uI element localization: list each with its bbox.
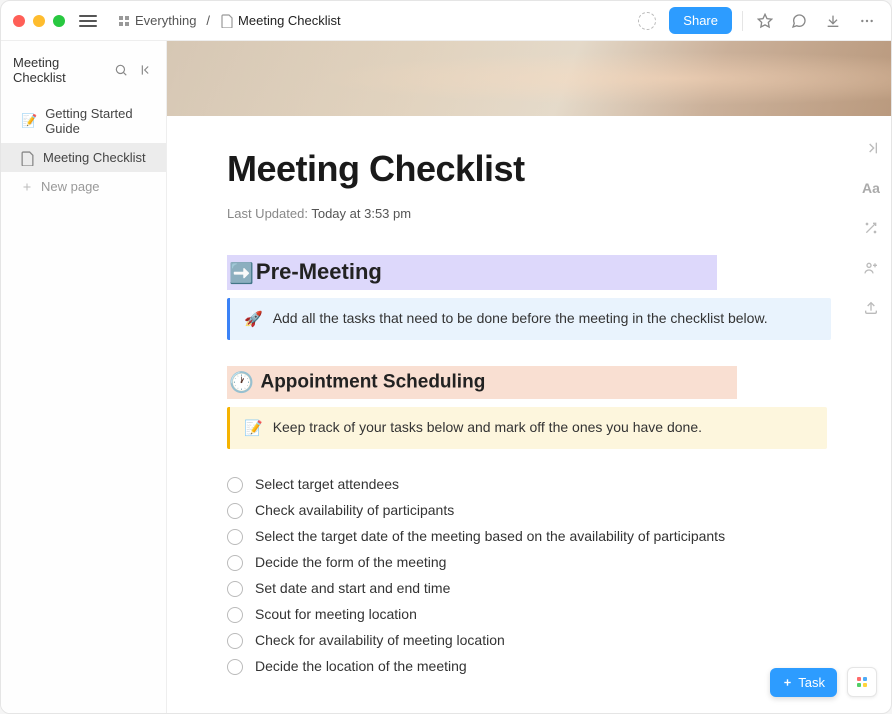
checklist-item-label: Check availability of participants [255, 502, 454, 518]
breadcrumb-separator: / [206, 13, 210, 28]
clock-emoji-icon: 🕐 [229, 372, 254, 394]
close-window-button[interactable] [13, 15, 25, 27]
checklist-item-label: Decide the location of the meeting [255, 658, 467, 674]
checkbox-icon[interactable] [227, 659, 243, 675]
body: Meeting Checklist 📝 Getting Started Guid… [1, 41, 891, 713]
more-icon[interactable] [855, 9, 879, 33]
apps-button[interactable] [847, 667, 877, 697]
sidebar-item-label: Getting Started Guide [45, 106, 154, 136]
document: Meeting Checklist Last Updated: Today at… [167, 116, 891, 713]
new-page-button[interactable]: New page [1, 172, 166, 201]
breadcrumb-root[interactable]: Everything [113, 10, 200, 31]
checklist-item[interactable]: Select the target date of the meeting ba… [227, 527, 831, 546]
page-title[interactable]: Meeting Checklist [227, 148, 831, 190]
maximize-window-button[interactable] [53, 15, 65, 27]
content-area[interactable]: Meeting Checklist Last Updated: Today at… [167, 41, 891, 713]
page-icon [21, 151, 35, 165]
breadcrumb-root-label: Everything [135, 13, 196, 28]
checkbox-icon[interactable] [227, 477, 243, 493]
heading-text: Appointment Scheduling [260, 371, 485, 392]
breadcrumb: Everything / Meeting Checklist [113, 10, 345, 31]
checklist-item-label: Select the target date of the meeting ba… [255, 528, 725, 544]
checklist-item[interactable]: Set date and start and end time [227, 579, 831, 598]
checklist-item[interactable]: Check availability of participants [227, 501, 831, 520]
checklist-item[interactable]: Decide the location of the meeting [227, 657, 831, 676]
apps-grid-icon [857, 677, 867, 687]
breadcrumb-current[interactable]: Meeting Checklist [216, 10, 345, 31]
memo-emoji-icon: 📝 [244, 419, 263, 437]
checklist-item-label: Scout for meeting location [255, 606, 417, 622]
checklist-item[interactable]: Decide the form of the meeting [227, 553, 831, 572]
ai-wand-icon[interactable] [859, 216, 883, 240]
rocket-emoji-icon: 🚀 [244, 310, 263, 328]
meta-label: Last Updated: [227, 206, 308, 221]
callout-text: Add all the tasks that need to be done b… [273, 310, 768, 326]
activity-icon[interactable] [635, 9, 659, 33]
collapse-rail-icon[interactable] [859, 136, 883, 160]
memo-emoji-icon: 📝 [21, 113, 37, 129]
sidebar: Meeting Checklist 📝 Getting Started Guid… [1, 41, 167, 713]
cover-image[interactable] [167, 41, 891, 116]
titlebar: Everything / Meeting Checklist Share [1, 1, 891, 41]
app-window: Everything / Meeting Checklist Share [0, 0, 892, 714]
checklist-item[interactable]: Select target attendees [227, 475, 831, 494]
comment-icon[interactable] [787, 9, 811, 33]
titlebar-actions: Share [635, 7, 879, 34]
create-task-button[interactable]: Task [770, 668, 837, 697]
checkbox-icon[interactable] [227, 581, 243, 597]
sidebar-item-meeting-checklist[interactable]: Meeting Checklist [1, 143, 166, 172]
typography-icon[interactable]: Aa [859, 176, 883, 200]
new-page-label: New page [41, 179, 100, 194]
collapse-sidebar-icon[interactable] [138, 61, 156, 79]
checklist-item-label: Select target attendees [255, 476, 399, 492]
checkbox-icon[interactable] [227, 503, 243, 519]
callout-text: Keep track of your tasks below and mark … [273, 419, 702, 435]
checklist-item-label: Decide the form of the meeting [255, 554, 446, 570]
checkbox-icon[interactable] [227, 529, 243, 545]
last-updated: Last Updated: Today at 3:53 pm [227, 206, 831, 221]
sidebar-title: Meeting Checklist [13, 55, 104, 85]
download-icon[interactable] [821, 9, 845, 33]
sidebar-header: Meeting Checklist [1, 41, 166, 99]
right-rail: Aa [851, 116, 891, 320]
plus-icon [21, 181, 33, 193]
checkbox-icon[interactable] [227, 633, 243, 649]
checklist-item-label: Set date and start and end time [255, 580, 450, 596]
share-button[interactable]: Share [669, 7, 732, 34]
search-icon[interactable] [112, 61, 130, 79]
meta-value: Today at 3:53 pm [311, 206, 411, 221]
traffic-lights [13, 15, 65, 27]
checkbox-icon[interactable] [227, 607, 243, 623]
arrow-right-emoji-icon: ➡️ [229, 263, 254, 285]
checklist: Select target attendees Check availabili… [227, 475, 831, 676]
collaborators-icon[interactable] [859, 256, 883, 280]
task-button-label: Task [798, 675, 825, 690]
checkbox-icon[interactable] [227, 555, 243, 571]
heading-text: Pre-Meeting [256, 259, 382, 284]
sidebar-items: 📝 Getting Started Guide Meeting Checklis… [1, 99, 166, 201]
sidebar-item-getting-started[interactable]: 📝 Getting Started Guide [1, 99, 166, 143]
checklist-item[interactable]: Check for availability of meeting locati… [227, 631, 831, 650]
minimize-window-button[interactable] [33, 15, 45, 27]
divider [742, 11, 743, 31]
export-icon[interactable] [859, 296, 883, 320]
checklist-item-label: Check for availability of meeting locati… [255, 632, 505, 648]
callout-pre-meeting[interactable]: 🚀 Add all the tasks that need to be done… [227, 298, 831, 340]
page-icon [220, 14, 234, 28]
heading-pre-meeting[interactable]: ➡️Pre-Meeting [227, 255, 717, 290]
heading-appointment-scheduling[interactable]: 🕐 Appointment Scheduling [227, 366, 737, 399]
breadcrumb-current-label: Meeting Checklist [238, 13, 341, 28]
checklist-item[interactable]: Scout for meeting location [227, 605, 831, 624]
star-icon[interactable] [753, 9, 777, 33]
callout-appointment[interactable]: 📝 Keep track of your tasks below and mar… [227, 407, 827, 449]
menu-icon[interactable] [79, 12, 97, 30]
grid-icon [117, 14, 131, 28]
sidebar-item-label: Meeting Checklist [43, 150, 146, 165]
